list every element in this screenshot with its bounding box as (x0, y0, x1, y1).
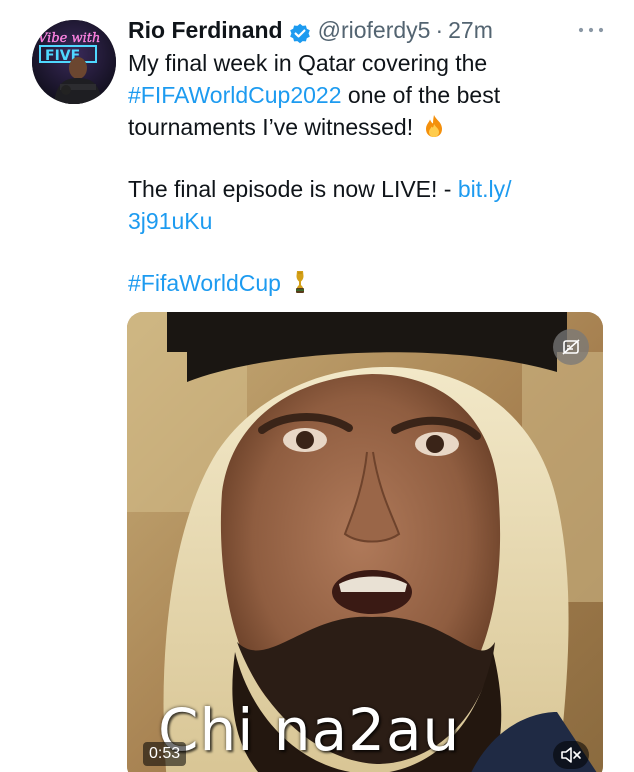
svg-text:Vibe with: Vibe with (38, 31, 100, 46)
video-timestamp: 0:53 (143, 742, 187, 766)
separator-dot: · (435, 17, 444, 43)
avatar-image: Vibe with FIVE (32, 20, 116, 104)
hashtag-fifaworldcup2022[interactable]: #FIFAWorldCup2022 (128, 82, 342, 108)
captions-off-button[interactable] (553, 329, 589, 365)
tweet-link-part-1[interactable]: bit.ly/ (458, 176, 512, 202)
hashtag-fifaworldcup[interactable]: #FifaWorldCup (128, 270, 281, 296)
tweet-line-3: tournaments I’ve witnessed! (128, 111, 598, 143)
tweet-line-4: The final episode is now LIVE! - bit.ly/ (128, 173, 598, 205)
tweet-line-4-text: The final episode is now LIVE! - (128, 176, 458, 202)
tweet-line-1: My final week in Qatar covering the (128, 50, 488, 76)
author-handle[interactable]: @rioferdy5 (318, 12, 431, 48)
more-options-icon[interactable] (576, 22, 606, 38)
tweet-line-2-text: one of the best (341, 82, 501, 108)
author-name[interactable]: Rio Ferdinand (128, 12, 283, 48)
tweet-line-3-text: tournaments I’ve witnessed! (128, 114, 414, 140)
tweet-line-5: 3j91uKu (128, 205, 598, 237)
tweet-line-2: #FIFAWorldCup2022 one of the best (128, 79, 598, 111)
watermark-text: Chi na2au (158, 696, 461, 764)
verified-badge-icon (289, 19, 311, 44)
trophy-emoji-icon (292, 270, 308, 302)
tweet[interactable]: Vibe with FIVE Rio Ferdinand @rioferdy5 … (0, 0, 634, 772)
tweet-line-6: #FifaWorldCup (128, 267, 598, 299)
fire-emoji-icon (424, 114, 444, 146)
tweet-header: Rio Ferdinand @rioferdy5 · 27m (128, 12, 493, 48)
tweet-body: My final week in Qatar covering the #FIF… (128, 47, 598, 299)
avatar[interactable]: Vibe with FIVE (32, 20, 116, 104)
tweet-link-part-2[interactable]: 3j91uKu (128, 208, 212, 234)
tweet-time[interactable]: 27m (448, 12, 493, 48)
speaker-muted-icon (561, 747, 581, 763)
no-captions-icon (562, 339, 580, 355)
mute-button[interactable] (553, 741, 589, 769)
